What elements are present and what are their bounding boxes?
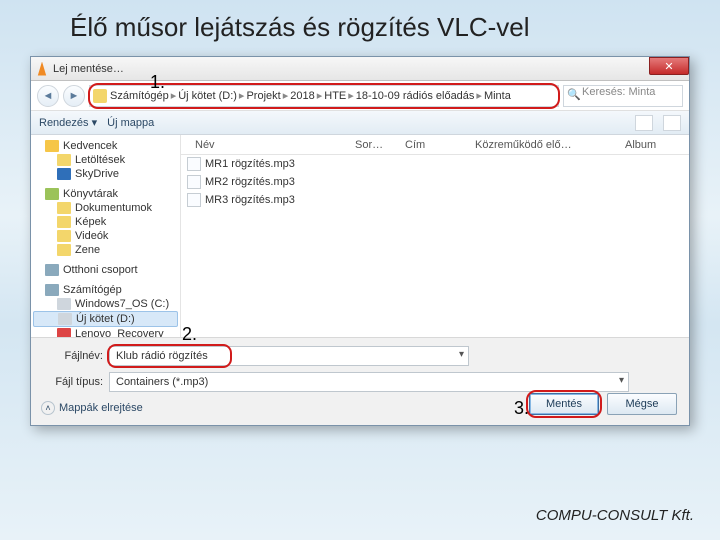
audio-file-icon (187, 175, 201, 189)
file-row[interactable]: MR2 rögzítés.mp3 (181, 173, 689, 191)
col-num: Sor… (347, 139, 397, 151)
filetype-select[interactable]: Containers (*.mp3) (109, 372, 629, 392)
save-dialog: Lej mentése… ✕ ◄ ► Számítógép▸ Új kötet … (30, 56, 690, 426)
chevron-up-icon: ˄ (41, 401, 55, 415)
audio-file-icon (187, 157, 201, 171)
vlc-icon (35, 62, 49, 76)
folder-icon (57, 216, 71, 228)
col-artists: Közreműködő elő… (467, 139, 617, 151)
cloud-icon (57, 168, 71, 180)
column-headers[interactable]: Név Sor… Cím Közreműködő elő… Album (181, 135, 689, 155)
crumb[interactable]: 2018 (290, 90, 314, 102)
tree-pictures[interactable]: Képek (31, 215, 180, 229)
drive-icon (58, 313, 72, 325)
close-button[interactable]: ✕ (649, 57, 689, 75)
window-title: Lej mentése… (53, 63, 124, 75)
filename-input[interactable]: Klub rádió rögzítés (109, 346, 469, 366)
filename-label: Fájlnév: (41, 350, 103, 362)
hide-folders-button[interactable]: ˄ Mappák elrejtése (41, 401, 143, 415)
tree-cdrive[interactable]: Windows7_OS (C:) (31, 297, 180, 311)
save-button[interactable]: Mentés (529, 393, 599, 415)
nav-tree: Kedvencek Letöltések SkyDrive Könyvtárak… (31, 135, 181, 337)
computer-icon (45, 284, 59, 296)
organize-menu[interactable]: Rendezés ▾ (39, 116, 97, 129)
folder-icon (57, 154, 71, 166)
slide-title: Élő műsor lejátszás és rögzítés VLC-vel (0, 0, 720, 51)
slide-footer: COMPU-CONSULT Kft. (536, 507, 694, 524)
file-list: Név Sor… Cím Közreműködő elő… Album MR1 … (181, 135, 689, 337)
audio-file-icon (187, 193, 201, 207)
tree-videos[interactable]: Videók (31, 229, 180, 243)
crumb[interactable]: Projekt (246, 90, 280, 102)
dialog-bottom: Fájlnév: Klub rádió rögzítés Fájl típus:… (31, 337, 689, 425)
new-folder-button[interactable]: Új mappa (107, 117, 154, 129)
search-input[interactable]: Keresés: Minta (563, 85, 683, 107)
tree-favorites[interactable]: Kedvencek (31, 139, 180, 153)
tree-libraries[interactable]: Könyvtárak (31, 187, 180, 201)
tree-recovery[interactable]: Lenovo_Recovery (31, 327, 180, 337)
star-icon (45, 140, 59, 152)
crumb[interactable]: Minta (484, 90, 511, 102)
homegroup-icon (45, 264, 59, 276)
folder-icon (57, 202, 71, 214)
tree-downloads[interactable]: Letöltések (31, 153, 180, 167)
col-title: Cím (397, 139, 467, 151)
nav-back-button[interactable]: ◄ (37, 85, 59, 107)
titlebar: Lej mentése… ✕ (31, 57, 689, 81)
view-button[interactable] (635, 115, 653, 131)
filetype-label: Fájl típus: (41, 376, 103, 388)
tree-music[interactable]: Zene (31, 243, 180, 257)
toolbar: Rendezés ▾ Új mappa (31, 111, 689, 135)
drive-icon (57, 328, 71, 337)
tree-skydrive[interactable]: SkyDrive (31, 167, 180, 181)
cancel-button[interactable]: Mégse (607, 393, 677, 415)
folder-icon (57, 230, 71, 242)
nav-forward-button[interactable]: ► (63, 85, 85, 107)
col-album: Album (617, 139, 664, 151)
folder-icon (57, 244, 71, 256)
tree-computer[interactable]: Számítógép (31, 283, 180, 297)
callout-1: 1. (150, 72, 165, 93)
tree-ddrive[interactable]: Új kötet (D:) (33, 311, 178, 327)
drive-icon (57, 298, 71, 310)
nav-row: ◄ ► Számítógép▸ Új kötet (D:)▸ Projekt▸ … (31, 81, 689, 111)
crumb[interactable]: HTE (324, 90, 346, 102)
library-icon (45, 188, 59, 200)
col-name: Név (187, 139, 347, 151)
callout-3: 3. (514, 398, 529, 419)
tree-homegroup[interactable]: Otthoni csoport (31, 263, 180, 277)
callout-2: 2. (182, 324, 197, 345)
folder-icon (93, 89, 107, 103)
help-button[interactable] (663, 115, 681, 131)
tree-documents[interactable]: Dokumentumok (31, 201, 180, 215)
crumb[interactable]: Új kötet (D:) (178, 90, 237, 102)
file-row[interactable]: MR1 rögzítés.mp3 (181, 155, 689, 173)
file-row[interactable]: MR3 rögzítés.mp3 (181, 191, 689, 209)
crumb[interactable]: 18-10-09 rádiós előadás (356, 90, 475, 102)
